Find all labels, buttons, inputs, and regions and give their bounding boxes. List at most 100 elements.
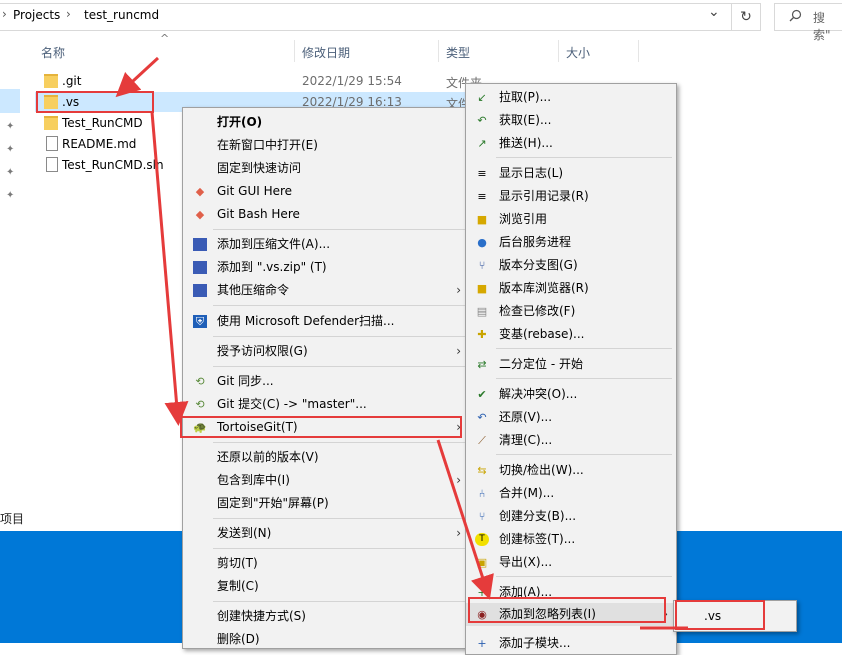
tag-icon: T [475, 533, 489, 546]
nav-item-project[interactable]: 项目 [0, 510, 24, 527]
export-icon: ▣ [476, 556, 488, 569]
column-header-date[interactable]: 修改日期 [302, 44, 350, 61]
refresh-button[interactable]: ↻ [732, 3, 761, 31]
resolve-icon: ✔ [477, 388, 487, 401]
submenu-arrow-icon: › [456, 473, 461, 487]
branch-icon: ⑂ [478, 510, 486, 523]
menu-item-push[interactable]: ↗ 推送(H)... [466, 132, 676, 155]
breadcrumb-projects[interactable]: Projects [13, 8, 60, 22]
search-placeholder: 搜索" [813, 11, 831, 42]
menu-item-add-zip[interactable]: 添加到 ".vs.zip" (T) [183, 256, 469, 279]
menu-item-other-compress[interactable]: 其他压缩命令 › [183, 279, 469, 302]
file-icon [46, 157, 58, 172]
menu-item-switch[interactable]: ⇆ 切换/检出(W)... [466, 459, 676, 482]
menu-separator [213, 366, 465, 367]
menu-item-send-to[interactable]: 发送到(N) › [183, 522, 469, 545]
context-menu: 打开(O) 在新窗口中打开(E) 固定到快速访问 ◆ Git GUI Here ◆… [182, 107, 470, 649]
menu-item-create-branch[interactable]: ⑂ 创建分支(B)... [466, 505, 676, 528]
menu-item-revert[interactable]: ↶ 还原(V)... [466, 406, 676, 429]
nav-selected-item[interactable] [0, 89, 20, 113]
column-divider[interactable] [438, 40, 439, 62]
menu-item-git-sync[interactable]: ⟲ Git 同步... [183, 370, 469, 393]
breadcrumb-test-runcmd[interactable]: test_runcmd [84, 8, 159, 22]
menu-separator [213, 305, 465, 306]
menu-item-grant-access[interactable]: 授予访问权限(G) › [183, 340, 469, 363]
menu-item-delete[interactable]: 删除(D) [183, 628, 469, 651]
menu-item-restore-previous[interactable]: 还原以前的版本(V) [183, 446, 469, 469]
submenu-arrow-icon: › [456, 283, 461, 297]
navigation-pane: ✦ ✦ ✦ ✦ [0, 36, 22, 531]
column-header-size[interactable]: 大小 [566, 44, 590, 61]
submodule-icon: + [477, 637, 487, 650]
log-icon: ≡ [477, 167, 487, 180]
refs-icon: ■ [476, 213, 488, 226]
menu-separator [213, 518, 465, 519]
menu-item-open-new-window[interactable]: 在新窗口中打开(E) [183, 134, 469, 157]
menu-label: 在新窗口中打开(E) [217, 138, 318, 152]
menu-item-defender[interactable]: ⛨ 使用 Microsoft Defender扫描... [183, 310, 469, 333]
pin-icon: ✦ [6, 144, 15, 155]
rebase-icon: ✚ [477, 328, 487, 341]
git-commit-icon: ⟲ [195, 398, 205, 411]
menu-item-rebase[interactable]: ✚ 变基(rebase)... [466, 323, 676, 346]
menu-item-copy[interactable]: 复制(C) [183, 575, 469, 598]
file-name: Test_RunCMD.sln [62, 158, 164, 172]
merge-icon: ⑃ [478, 487, 486, 500]
menu-label: 变基(rebase)... [499, 327, 585, 341]
menu-label: Git Bash Here [217, 207, 300, 221]
menu-label: 发送到(N) [217, 526, 272, 540]
menu-item-cut[interactable]: 剪切(T) [183, 552, 469, 575]
breadcrumb-separator: › [2, 7, 7, 21]
column-divider[interactable] [558, 40, 559, 62]
menu-item-create-tag[interactable]: T 创建标签(T)... [466, 528, 676, 551]
menu-label: 获取(E)... [499, 113, 552, 127]
menu-item-export[interactable]: ▣ 导出(X)... [466, 551, 676, 574]
menu-item-show-reflog[interactable]: ≡ 显示引用记录(R) [466, 185, 676, 208]
menu-separator [213, 229, 465, 230]
check-mods-icon: ▤ [476, 305, 488, 318]
menu-item-create-shortcut[interactable]: 创建快捷方式(S) [183, 605, 469, 628]
menu-item-pin-start[interactable]: 固定到"开始"屏幕(P) [183, 492, 469, 515]
menu-item-show-log[interactable]: ≡ 显示日志(L) [466, 162, 676, 185]
column-header-type[interactable]: 类型 [446, 44, 470, 61]
menu-item-check-modifications[interactable]: ▤ 检查已修改(F) [466, 300, 676, 323]
bisect-icon: ⇄ [477, 358, 487, 371]
menu-item-daemon[interactable]: ● 后台服务进程 [466, 231, 676, 254]
menu-label: 后台服务进程 [499, 235, 572, 249]
git-sync-icon: ⟲ [195, 375, 205, 388]
menu-label: 删除(D) [217, 632, 260, 646]
annotation-box-add-to-ignore [468, 597, 666, 623]
sort-ascending-icon: ^ [160, 32, 170, 45]
menu-item-pull[interactable]: ↙ 拉取(P)... [466, 86, 676, 109]
menu-item-revision-graph[interactable]: ⑂ 版本分支图(G) [466, 254, 676, 277]
menu-item-cleanup[interactable]: ⟋ 清理(C)... [466, 429, 676, 452]
menu-item-fetch[interactable]: ↶ 获取(E)... [466, 109, 676, 132]
file-icon [46, 136, 58, 151]
folder-icon [44, 116, 58, 130]
address-dropdown-icon[interactable]: ⌄ [708, 4, 720, 20]
menu-item-bisect[interactable]: ⇄ 二分定位 - 开始 [466, 353, 676, 376]
menu-item-repo-browser[interactable]: ■ 版本库浏览器(R) [466, 277, 676, 300]
menu-item-open[interactable]: 打开(O) [183, 111, 469, 134]
menu-item-merge[interactable]: ⑃ 合并(M)... [466, 482, 676, 505]
menu-label: Git 同步... [217, 374, 274, 388]
switch-icon: ⇆ [477, 464, 487, 477]
menu-item-git-bash[interactable]: ◆ Git Bash Here [183, 203, 469, 226]
winrar-icon [193, 284, 207, 297]
menu-item-add-submodule[interactable]: + 添加子模块... [466, 632, 676, 655]
column-divider[interactable] [294, 40, 295, 62]
column-divider[interactable] [638, 40, 639, 62]
file-name: README.md [62, 137, 137, 151]
menu-item-pin-quick-access[interactable]: 固定到快速访问 [183, 157, 469, 180]
menu-label: 还原以前的版本(V) [217, 450, 319, 464]
menu-separator [496, 157, 672, 158]
menu-item-git-commit[interactable]: ⟲ Git 提交(C) -> "master"... [183, 393, 469, 416]
menu-item-browse-refs[interactable]: ■ 浏览引用 [466, 208, 676, 231]
menu-item-include-library[interactable]: 包含到库中(I) › [183, 469, 469, 492]
menu-item-add-archive[interactable]: 添加到压缩文件(A)... [183, 233, 469, 256]
menu-item-git-gui[interactable]: ◆ Git GUI Here [183, 180, 469, 203]
column-header-name[interactable]: 名称 [41, 44, 65, 61]
menu-item-resolve[interactable]: ✔ 解决冲突(O)... [466, 383, 676, 406]
menu-label: 推送(H)... [499, 136, 553, 150]
menu-label: 导出(X)... [499, 555, 553, 569]
